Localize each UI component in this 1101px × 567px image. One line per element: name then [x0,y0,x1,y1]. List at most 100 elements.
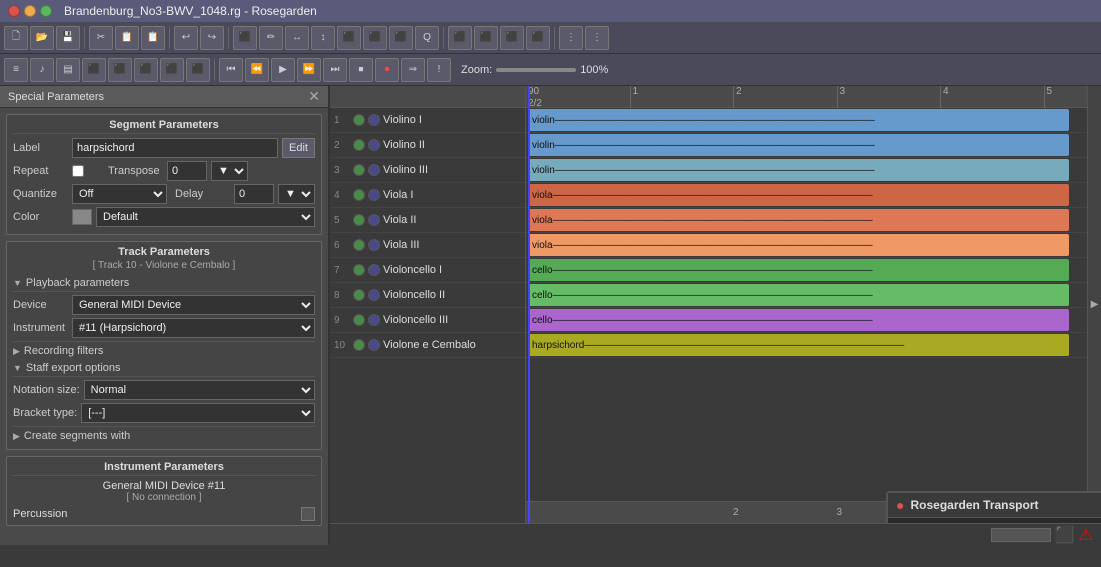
tool12-button[interactable]: ⬛ [526,26,550,50]
open-button[interactable]: 📂 [30,26,54,50]
settings-button[interactable]: ⋮ [585,26,609,50]
track-led-10a[interactable] [353,339,365,351]
delay-select[interactable]: ▼ [278,184,315,204]
track-led-7b[interactable] [368,264,380,276]
track-led-2a[interactable] [353,139,365,151]
loop-button[interactable]: ⇒ [401,58,425,82]
track-led-8b[interactable] [368,289,380,301]
track-led-7a[interactable] [353,264,365,276]
segment-10[interactable]: harpsichord—————————————————————————————… [528,334,1069,356]
stop-button[interactable]: ⏹ [349,58,373,82]
track-led-8a[interactable] [353,289,365,301]
tool7-button[interactable]: ⬛ [389,26,413,50]
playback-arrow: ▼ [13,278,22,288]
edit-button[interactable]: Edit [282,138,315,158]
tool2-button[interactable]: ✏ [259,26,283,50]
track-led-4a[interactable] [353,189,365,201]
scroll-right-button[interactable]: ▶ [1087,86,1101,523]
punch-button[interactable]: ! [427,58,451,82]
play-button[interactable]: ▶ [271,58,295,82]
new-button[interactable]: 🗋 [4,26,28,50]
maximize-button[interactable] [40,5,52,17]
track-led-3a[interactable] [353,164,365,176]
tool9-button[interactable]: ⬛ [448,26,472,50]
segment-3[interactable]: violin———————————————————————————————— [528,159,1069,181]
tb-perc-button[interactable]: ⬛ [108,58,132,82]
segment-4[interactable]: viola———————————————————————————————— [528,184,1069,206]
track-led-2b[interactable] [368,139,380,151]
undo-button[interactable]: ↩ [174,26,198,50]
track-led-10b[interactable] [368,339,380,351]
track-led-1a[interactable] [353,114,365,126]
color-select[interactable]: Default [96,207,315,227]
segment-9[interactable]: cello———————————————————————————————— [528,309,1069,331]
label-input[interactable] [72,138,278,158]
delay-label: Delay [175,188,230,200]
transport-close-button[interactable]: ● [896,497,904,513]
transpose-input[interactable] [167,161,207,181]
tool5-button[interactable]: ⬛ [337,26,361,50]
rewind-button[interactable]: ⏪ [245,58,269,82]
fast-forward-button[interactable]: ⏩ [297,58,321,82]
segment-5[interactable]: viola———————————————————————————————— [528,209,1069,231]
bracket-type-label: Bracket type: [13,407,77,419]
track-led-1b[interactable] [368,114,380,126]
track-led-3b[interactable] [368,164,380,176]
copy-button[interactable]: 📋 [115,26,139,50]
tb-list-button[interactable]: ▤ [56,58,80,82]
quantize-select[interactable]: Off [72,184,167,204]
tb-piano-button[interactable]: ⬛ [134,58,158,82]
more-button[interactable]: ⋮ [559,26,583,50]
end-button[interactable]: ⏭ [323,58,347,82]
label-row: Label Edit [13,138,315,158]
staff-export-header[interactable]: ▼ Staff export options [13,360,315,377]
save-button[interactable]: 💾 [56,26,80,50]
tb-track-button[interactable]: ≡ [4,58,28,82]
track-led-4b[interactable] [368,189,380,201]
rewind-start-button[interactable]: ⏮ [219,58,243,82]
special-parameters-close[interactable]: ✕ [308,88,320,105]
color-swatch[interactable] [72,209,92,225]
segment-7[interactable]: cello———————————————————————————————— [528,259,1069,281]
zoom-slider[interactable] [496,68,576,72]
tb-arp-button[interactable]: ⬛ [160,58,184,82]
close-button[interactable] [8,5,20,17]
track-led-9b[interactable] [368,314,380,326]
track-led-6a[interactable] [353,239,365,251]
segment-6[interactable]: viola———————————————————————————————— [528,234,1069,256]
tool3-button[interactable]: ↔ [285,26,309,50]
cut-button[interactable]: ✂ [89,26,113,50]
track-led-9a[interactable] [353,314,365,326]
minimize-button[interactable] [24,5,36,17]
track-led-5a[interactable] [353,214,365,226]
notation-size-select[interactable]: Normal [84,380,315,400]
tool6-button[interactable]: ⬛ [363,26,387,50]
playback-header[interactable]: ▼ Playback parameters [13,275,315,292]
transpose-select[interactable]: ▼ [211,161,248,181]
segment-2[interactable]: violin———————————————————————————————— [528,134,1069,156]
delay-input[interactable] [234,184,274,204]
segment-1[interactable]: violin———————————————————————————————— [528,109,1069,131]
create-segments-header[interactable]: ▶ Create segments with [13,426,315,445]
tool10-button[interactable]: ⬛ [474,26,498,50]
repeat-row: Repeat Transpose ▼ [13,161,315,181]
tool4-button[interactable]: ↕ [311,26,335,50]
segment-8[interactable]: cello———————————————————————————————— [528,284,1069,306]
bracket-type-select[interactable]: [---] [81,403,315,423]
redo-button[interactable]: ↪ [200,26,224,50]
instrument-select[interactable]: #11 (Harpsichord) [72,318,315,338]
track-led-5b[interactable] [368,214,380,226]
tb-midi-button[interactable]: ⬛ [82,58,106,82]
repeat-checkbox[interactable] [72,165,84,177]
tb-chord-button[interactable]: ⬛ [186,58,210,82]
tool8-button[interactable]: Q [415,26,439,50]
tool1-button[interactable]: ⬛ [233,26,257,50]
track-led-6b[interactable] [368,239,380,251]
recording-filters-header[interactable]: ▶ Recording filters [13,341,315,360]
paste-button[interactable]: 📋 [141,26,165,50]
tb-note-button[interactable]: ♪ [30,58,54,82]
percussion-checkbox[interactable] [301,507,315,521]
record-button[interactable]: ⏺ [375,58,399,82]
tool11-button[interactable]: ⬛ [500,26,524,50]
device-select[interactable]: General MIDI Device [72,295,315,315]
